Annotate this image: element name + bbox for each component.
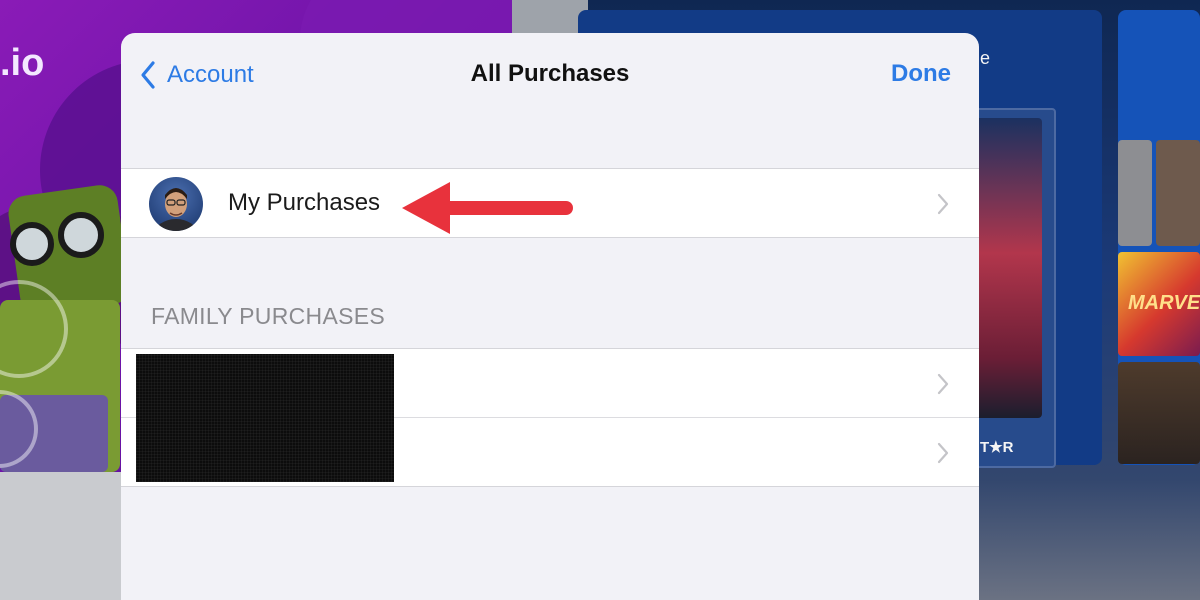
background-tile-marvel: MARVEL bbox=[1128, 292, 1200, 314]
background-app-title: .io bbox=[0, 42, 45, 84]
chevron-right-icon bbox=[937, 442, 949, 464]
done-button[interactable]: Done bbox=[891, 60, 951, 88]
chevron-right-icon bbox=[937, 373, 949, 395]
screen: .io T★R e MARVEL Ac bbox=[0, 0, 1200, 600]
annotation-arrow-icon bbox=[402, 182, 573, 234]
family-purchases-header: FAMILY PURCHASES bbox=[151, 303, 386, 329]
redacted-family-names bbox=[136, 354, 394, 482]
background-tile-text: T★R bbox=[980, 439, 1014, 456]
avatar-portrait-icon bbox=[154, 188, 198, 231]
page-title: All Purchases bbox=[470, 60, 630, 87]
my-purchases-label: My Purchases bbox=[228, 189, 381, 216]
chevron-right-icon bbox=[937, 193, 949, 215]
background-text-fragment: e bbox=[980, 48, 991, 68]
navigation-bar: Account All Purchases Done bbox=[121, 33, 979, 117]
all-purchases-sheet: Account All Purchases Done My Purchases … bbox=[121, 33, 979, 600]
user-avatar bbox=[149, 177, 203, 231]
